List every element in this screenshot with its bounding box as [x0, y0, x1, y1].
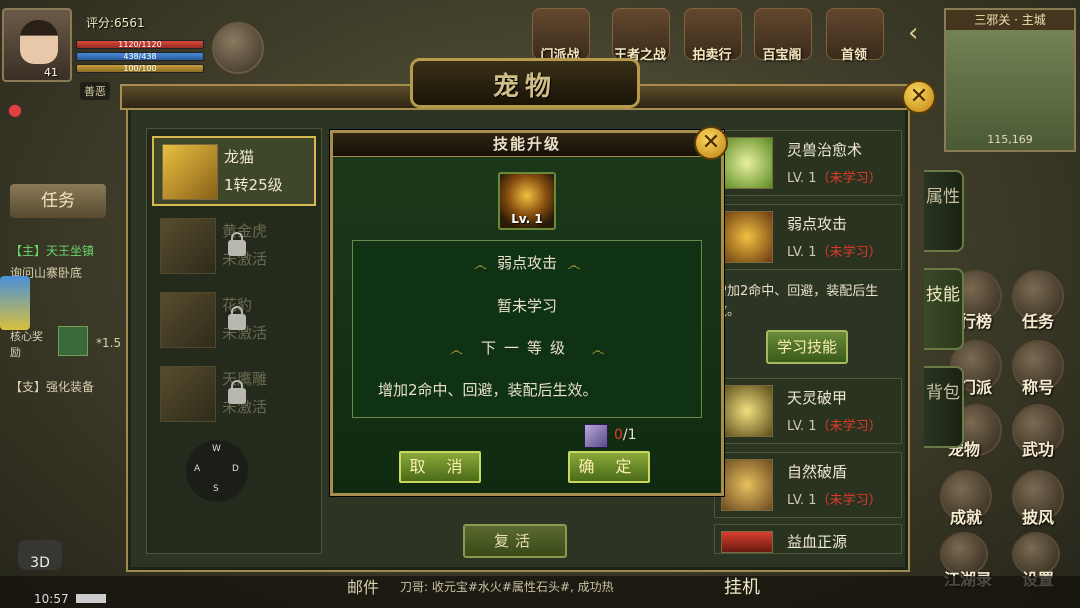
right-ornament-icon: ෴ — [567, 257, 581, 274]
hp-bar: 1120/1120 — [76, 40, 204, 49]
heal-skill-icon — [721, 137, 773, 189]
event-icon[interactable] — [0, 276, 30, 330]
achievement-label: 成就 — [949, 508, 982, 527]
mp-bar: 438/438 — [76, 52, 204, 61]
reward-label: 核心奖励 — [10, 330, 43, 359]
skill-name: 灵兽治愈术 — [787, 141, 863, 159]
player-portrait — [20, 20, 58, 64]
player-level: 41 — [44, 66, 58, 79]
notification-icon[interactable]: ● — [8, 100, 22, 119]
left-ornament-icon: ෴ — [473, 257, 487, 274]
martial-label: 武功 — [1021, 440, 1054, 459]
joystick-w: W — [212, 444, 221, 454]
joystick[interactable]: W A D S — [186, 440, 248, 502]
skill-item-shield-break[interactable]: 自然破盾 LV. 1（未学习） — [714, 452, 902, 518]
skill-name: 自然破盾 — [787, 463, 848, 481]
dialog-skill-title: ෴ 弱点攻击 ෴ — [352, 252, 702, 274]
pet-thumb — [160, 218, 216, 274]
tab-attributes[interactable]: 属性 — [924, 170, 964, 252]
item-count: 0/1 — [614, 427, 637, 443]
minimap[interactable]: 三邪关 · 主城 115,169 — [944, 8, 1076, 152]
revive-button[interactable]: 复活 — [463, 524, 567, 558]
claw-skill-icon — [721, 211, 773, 263]
pet-item-tiger[interactable]: 黄金虎 未激活 — [152, 212, 316, 282]
skill-item-heal[interactable]: 灵兽治愈术 LV. 1（未学习） — [714, 130, 902, 196]
shield-skill-icon — [721, 459, 773, 511]
minimap-title: 三邪关 · 主城 — [946, 10, 1074, 30]
skill-level: LV. 1（未学习） — [787, 245, 882, 260]
right-ornament-icon: ෴ — [591, 342, 605, 359]
dialog-skill-name: 弱点攻击 — [496, 254, 557, 272]
player-score: 评分:6561 — [86, 16, 145, 30]
task-side[interactable]: 【支】强化装备 — [10, 378, 94, 395]
view-mode-button[interactable]: 3D — [18, 540, 62, 571]
joystick-s: S — [213, 484, 219, 494]
activity-icon[interactable] — [212, 22, 264, 74]
pet-name: 龙猫 — [224, 148, 255, 166]
task-main[interactable]: 【主】天王坐镇 — [10, 242, 94, 259]
dialog-title: 技能升级 — [333, 133, 721, 157]
dialog-next-level: 下一等级 — [480, 339, 573, 357]
joystick-a: A — [194, 464, 201, 474]
reward-item-icon[interactable] — [58, 326, 88, 356]
task-tab[interactable]: 任务 — [10, 184, 106, 218]
battery-icon — [76, 594, 106, 603]
skill-item-weakpoint[interactable]: 弱点攻击 LV. 1（未学习） — [714, 204, 902, 270]
skill-name: 天灵破甲 — [787, 389, 848, 407]
cloak-label: 披风 — [1021, 508, 1054, 527]
alignment-badge[interactable]: 善恶 — [80, 82, 110, 100]
pet-thumb — [160, 292, 216, 348]
auction-label: 拍卖行 — [692, 48, 732, 63]
quest-label: 任务 — [1021, 312, 1054, 331]
left-ornament-icon: ෴ — [449, 342, 463, 359]
chat-message[interactable]: 刀哥: 收元宝#水火#属性石头#, 成功热 — [400, 578, 614, 595]
treasure-shop-label: 百宝阁 — [762, 48, 802, 63]
pet-name: 黄金虎 — [222, 222, 268, 240]
armor-break-skill-icon — [721, 385, 773, 437]
lock-icon — [228, 306, 246, 330]
sp-bar: 100/100 — [76, 64, 204, 73]
pet-item-longmao[interactable]: 龙猫 1转25级 — [152, 136, 316, 206]
hangup-button[interactable]: 挂机 — [714, 574, 770, 602]
skill-level: LV. 1（未学习） — [787, 419, 882, 434]
collapse-arrow-icon[interactable]: ‹ — [908, 18, 918, 48]
clock: 10:57 — [34, 592, 69, 606]
lock-icon — [228, 232, 246, 256]
dialog-skill-status: 暂未学习 — [496, 297, 557, 315]
dialog-next-level-header: ෴ 下一等级 ෴ — [352, 337, 702, 359]
minimap-coordinates: 115,169 — [987, 133, 1033, 146]
skill-item-blood[interactable]: 益血正源 — [714, 524, 902, 554]
book-item-icon[interactable] — [584, 424, 608, 448]
pet-thumb — [162, 144, 218, 200]
dialog-skill-level: Lv. 1 — [511, 212, 543, 226]
skill-item-armor-break[interactable]: 天灵破甲 LV. 1（未学习） — [714, 378, 902, 444]
confirm-button[interactable]: 确 定 — [568, 451, 650, 483]
tab-skills[interactable]: 技能 — [924, 268, 964, 350]
pet-panel-title: 宠物 — [492, 72, 557, 102]
reward-value: *1.5 — [96, 336, 122, 350]
skill-name: 弱点攻击 — [787, 215, 848, 233]
skill-level: LV. 1（未学习） — [787, 171, 882, 186]
cancel-button[interactable]: 取 消 — [399, 451, 481, 483]
joystick-d: D — [232, 464, 239, 474]
tab-bag[interactable]: 背包 — [924, 366, 964, 448]
skill-level: LV. 1（未学习） — [787, 493, 882, 508]
pet-name: 天鹰雕 — [222, 370, 268, 388]
mail-button[interactable]: 邮件 — [340, 574, 386, 602]
pet-item-eagle[interactable]: 天鹰雕 未激活 — [152, 360, 316, 430]
pet-item-leopard[interactable]: 花豹 未激活 — [152, 286, 316, 356]
pet-level: 1转25级 — [224, 176, 283, 194]
pet-panel-close-button[interactable]: ✕ — [902, 80, 936, 114]
boss-label: 首领 — [840, 48, 867, 63]
dialog-effect-text: 增加2命中、回避，装配后生效。 — [378, 381, 598, 399]
dialog-close-button[interactable]: ✕ — [694, 126, 728, 160]
player-avatar[interactable] — [2, 8, 72, 82]
pet-thumb — [160, 366, 216, 422]
title-label: 称号 — [1021, 378, 1054, 397]
skill-name: 益血正源 — [787, 533, 848, 551]
blood-skill-icon — [721, 531, 773, 553]
skill-desc-fragment: 增加2命中、回避，装配后生效。 — [714, 284, 879, 319]
learn-skill-button[interactable]: 学习技能 — [766, 330, 848, 364]
lock-icon — [228, 380, 246, 404]
